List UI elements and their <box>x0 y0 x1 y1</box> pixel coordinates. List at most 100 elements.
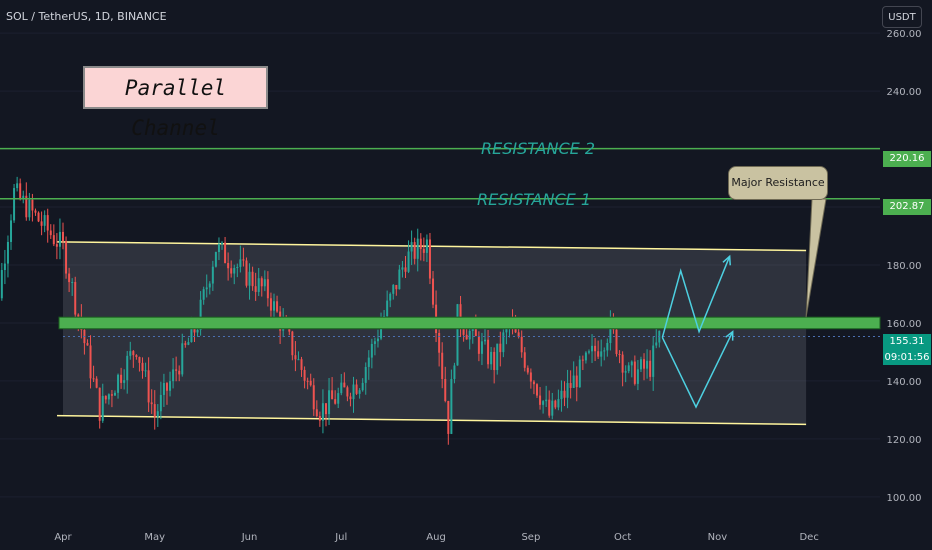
candle-body <box>162 383 165 395</box>
candle-body <box>178 370 181 375</box>
candle-body <box>346 387 349 397</box>
candle-body <box>269 298 272 311</box>
candle-body <box>566 383 569 398</box>
candle-body <box>441 352 444 379</box>
currency-button[interactable]: USDT <box>882 6 922 28</box>
candle-body <box>529 372 532 382</box>
candle-body <box>358 390 361 394</box>
candle-body <box>175 369 178 371</box>
candle-body <box>364 366 367 383</box>
support-zone <box>58 316 881 330</box>
candle-body <box>404 267 407 272</box>
candle-body <box>444 378 447 401</box>
major-resistance-callout: Major Resistance <box>728 166 828 200</box>
candle-body <box>315 409 318 417</box>
candle-body <box>181 343 184 375</box>
candle-body <box>254 286 257 292</box>
candle-body <box>545 399 548 402</box>
countdown-timer: 09:01:56 <box>883 350 931 365</box>
x-tick-label: Nov <box>708 532 728 543</box>
candle-body <box>37 212 40 222</box>
candle-body <box>245 260 248 286</box>
candle-body <box>147 370 150 403</box>
candle-body <box>303 369 306 381</box>
candle-body <box>428 239 431 279</box>
channel-fill <box>63 241 807 425</box>
candle-body <box>3 263 6 271</box>
candle-body <box>343 382 346 388</box>
candle-body <box>587 351 590 353</box>
candle-body <box>49 230 52 236</box>
candle-body <box>263 279 266 287</box>
candle-body <box>413 242 416 259</box>
channel <box>56 241 807 426</box>
candle-body <box>581 359 584 361</box>
candle-body <box>31 199 34 211</box>
candle-body <box>217 244 220 253</box>
candle-body <box>331 390 334 400</box>
candle-body <box>208 283 211 288</box>
candle-body <box>633 361 636 384</box>
symbol-title[interactable]: SOL / TetherUS, 1D, BINANCE <box>6 10 167 23</box>
candle-body <box>294 355 297 360</box>
candle-body <box>401 267 404 270</box>
candle-body <box>560 390 563 400</box>
candle-body <box>236 266 239 269</box>
candle-body <box>603 350 606 352</box>
candle-body <box>321 403 324 421</box>
candle-body <box>624 371 627 373</box>
candle-body <box>28 199 31 218</box>
x-tick-label: Jun <box>241 532 258 543</box>
candle-body <box>104 395 107 400</box>
x-tick-label: Aug <box>426 532 446 543</box>
candle-body <box>239 259 242 267</box>
candle-body <box>242 259 245 261</box>
candle-body <box>591 345 594 352</box>
candle-body <box>107 394 110 400</box>
candle-body <box>74 281 77 315</box>
candle-body <box>453 365 456 380</box>
candle-body <box>389 293 392 301</box>
candle-body <box>557 399 560 408</box>
resistance-1-label: RESISTANCE 1 <box>477 190 591 209</box>
candle-body <box>649 360 652 377</box>
candle-body <box>248 271 251 286</box>
candle-body <box>621 354 624 373</box>
candle-body <box>373 341 376 344</box>
candle-body <box>597 351 600 357</box>
candle-body <box>490 351 493 365</box>
candle-body <box>205 287 208 290</box>
candle-body <box>499 343 502 353</box>
candle-body <box>554 400 557 408</box>
candle-body <box>600 351 603 357</box>
candle-body <box>233 268 236 274</box>
candle-body <box>98 387 101 421</box>
candle-body <box>526 367 529 373</box>
candle-body <box>46 215 49 231</box>
candle-body <box>575 375 578 388</box>
candle-body <box>523 352 526 368</box>
candle-body <box>643 359 646 369</box>
candle-body <box>273 301 276 311</box>
candle-body <box>324 403 327 415</box>
candle-body <box>129 351 132 356</box>
candle-body <box>172 369 175 382</box>
candle-body <box>627 365 630 372</box>
candle-body <box>465 334 468 340</box>
candle-body <box>43 215 46 226</box>
candle-body <box>376 338 379 342</box>
candle-body <box>221 242 224 245</box>
y-tick-label: 260.00 <box>887 29 922 40</box>
candle-body <box>370 343 373 358</box>
candle-body <box>594 345 597 352</box>
candle-body <box>297 359 300 361</box>
candle-body <box>578 359 581 388</box>
x-tick-label: Oct <box>614 532 631 543</box>
candle-body <box>328 390 331 415</box>
x-tick-label: Jul <box>334 532 347 543</box>
candle-body <box>132 351 135 356</box>
candle-body <box>493 351 496 371</box>
x-tick-label: Sep <box>521 532 540 543</box>
candle-body <box>165 383 168 391</box>
candle-body <box>349 396 352 400</box>
